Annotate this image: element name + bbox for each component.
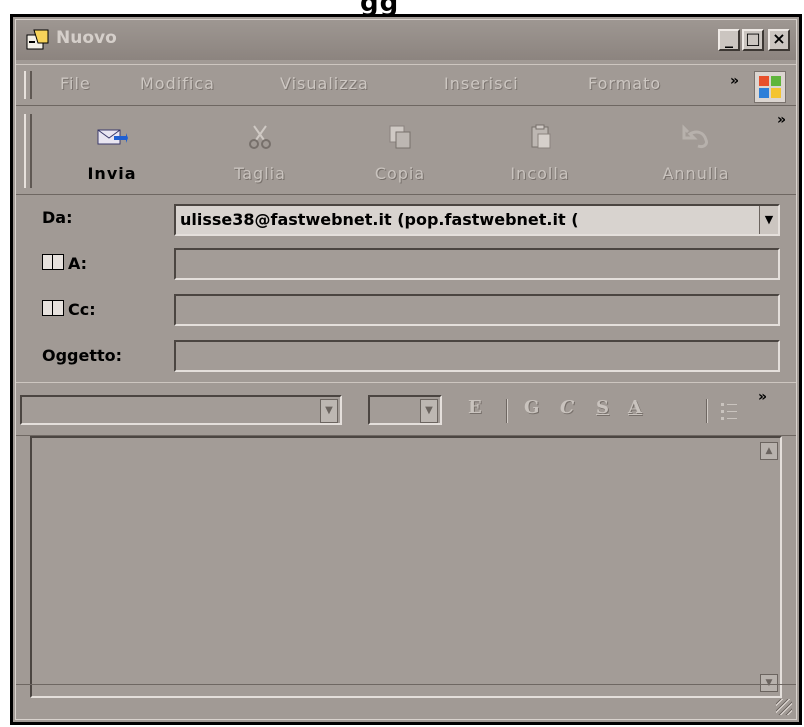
toolbar-grip[interactable] xyxy=(24,114,32,188)
undo-icon xyxy=(682,124,708,148)
paste-label: Incolla xyxy=(510,164,570,183)
undo-label: Annulla xyxy=(662,164,730,183)
to-label-row[interactable]: A: xyxy=(42,254,87,273)
font-select[interactable]: ▼ xyxy=(20,395,342,425)
menu-inserisci[interactable]: Inserisci xyxy=(444,74,519,93)
menu-grip[interactable] xyxy=(24,71,32,99)
send-button[interactable]: Invia xyxy=(64,114,160,186)
window-title: Nuovo xyxy=(56,28,117,48)
cc-field[interactable] xyxy=(174,294,780,326)
message-body[interactable]: ▲ ▼ xyxy=(30,436,782,698)
to-field[interactable] xyxy=(174,248,780,280)
compose-window: Nuovo _ □ × File Modifica Visualizza Ins… xyxy=(10,14,802,725)
menu-visualizza[interactable]: Visualizza xyxy=(280,74,369,93)
font-dropdown-arrow-icon[interactable]: ▼ xyxy=(320,399,338,423)
from-value: ulisse38@fastwebnet.it (pop.fastwebnet.i… xyxy=(180,210,579,229)
send-label: Invia xyxy=(87,164,137,183)
subject-label: Oggetto: xyxy=(42,346,123,365)
minimize-button[interactable]: _ xyxy=(718,29,740,51)
cut-button[interactable]: Taglia xyxy=(212,114,308,186)
formatting-bar: ▼ ▼ E G C S A » xyxy=(16,382,796,436)
subject-field[interactable] xyxy=(174,340,780,372)
bullet-list-icon[interactable] xyxy=(720,401,738,421)
resize-grip-icon[interactable] xyxy=(776,699,792,715)
close-button[interactable]: × xyxy=(768,29,790,51)
menu-bar: File Modifica Visualizza Inserisci Forma… xyxy=(16,64,796,106)
paste-icon xyxy=(531,124,551,149)
title-bar[interactable]: Nuovo _ □ × xyxy=(16,20,796,60)
top-strip: gg xyxy=(0,0,804,18)
underline-button[interactable]: S xyxy=(596,397,609,418)
undo-button[interactable]: Annulla xyxy=(648,114,744,186)
scroll-up-icon[interactable]: ▲ xyxy=(760,442,778,460)
size-select[interactable]: ▼ xyxy=(368,395,442,425)
to-label: A: xyxy=(68,254,88,273)
paragraph-style-button[interactable]: E xyxy=(468,397,482,418)
menu-modifica[interactable]: Modifica xyxy=(140,74,215,93)
cc-label: Cc: xyxy=(68,300,96,319)
menu-overflow-chevron[interactable]: » xyxy=(730,73,739,89)
paste-button[interactable]: Incolla xyxy=(492,114,588,186)
copy-icon xyxy=(389,125,411,149)
windows-logo-icon xyxy=(754,71,786,103)
font-color-button[interactable]: A xyxy=(628,397,642,418)
format-separator xyxy=(506,399,508,423)
send-icon xyxy=(97,129,128,145)
size-dropdown-arrow-icon[interactable]: ▼ xyxy=(420,399,438,423)
copy-button[interactable]: Copia xyxy=(352,114,448,186)
cc-label-row[interactable]: Cc: xyxy=(42,300,96,319)
address-book-icon xyxy=(42,254,64,270)
bold-button[interactable]: G xyxy=(524,397,539,418)
status-bar xyxy=(16,684,796,719)
message-header: Da: ulisse38@fastwebnet.it (pop.fastwebn… xyxy=(16,198,796,373)
compose-app-icon xyxy=(26,29,49,50)
menu-file[interactable]: File xyxy=(60,74,91,93)
cut-label: Taglia xyxy=(234,164,286,183)
cut-icon xyxy=(249,125,271,149)
from-dropdown-arrow-icon[interactable]: ▼ xyxy=(759,206,778,234)
toolbar-overflow-chevron[interactable]: » xyxy=(777,112,786,128)
address-book-icon xyxy=(42,300,64,316)
italic-button[interactable]: C xyxy=(560,397,574,418)
toolbar: Invia Taglia Copia Incolla Annulla » xyxy=(16,106,796,195)
copy-label: Copia xyxy=(374,164,426,183)
menu-formato[interactable]: Formato xyxy=(588,74,661,93)
from-select[interactable]: ulisse38@fastwebnet.it (pop.fastwebnet.i… xyxy=(174,204,780,236)
format-overflow-chevron[interactable]: » xyxy=(758,389,767,405)
format-separator xyxy=(706,399,708,423)
maximize-button[interactable]: □ xyxy=(742,29,764,51)
from-label: Da: xyxy=(42,208,73,227)
